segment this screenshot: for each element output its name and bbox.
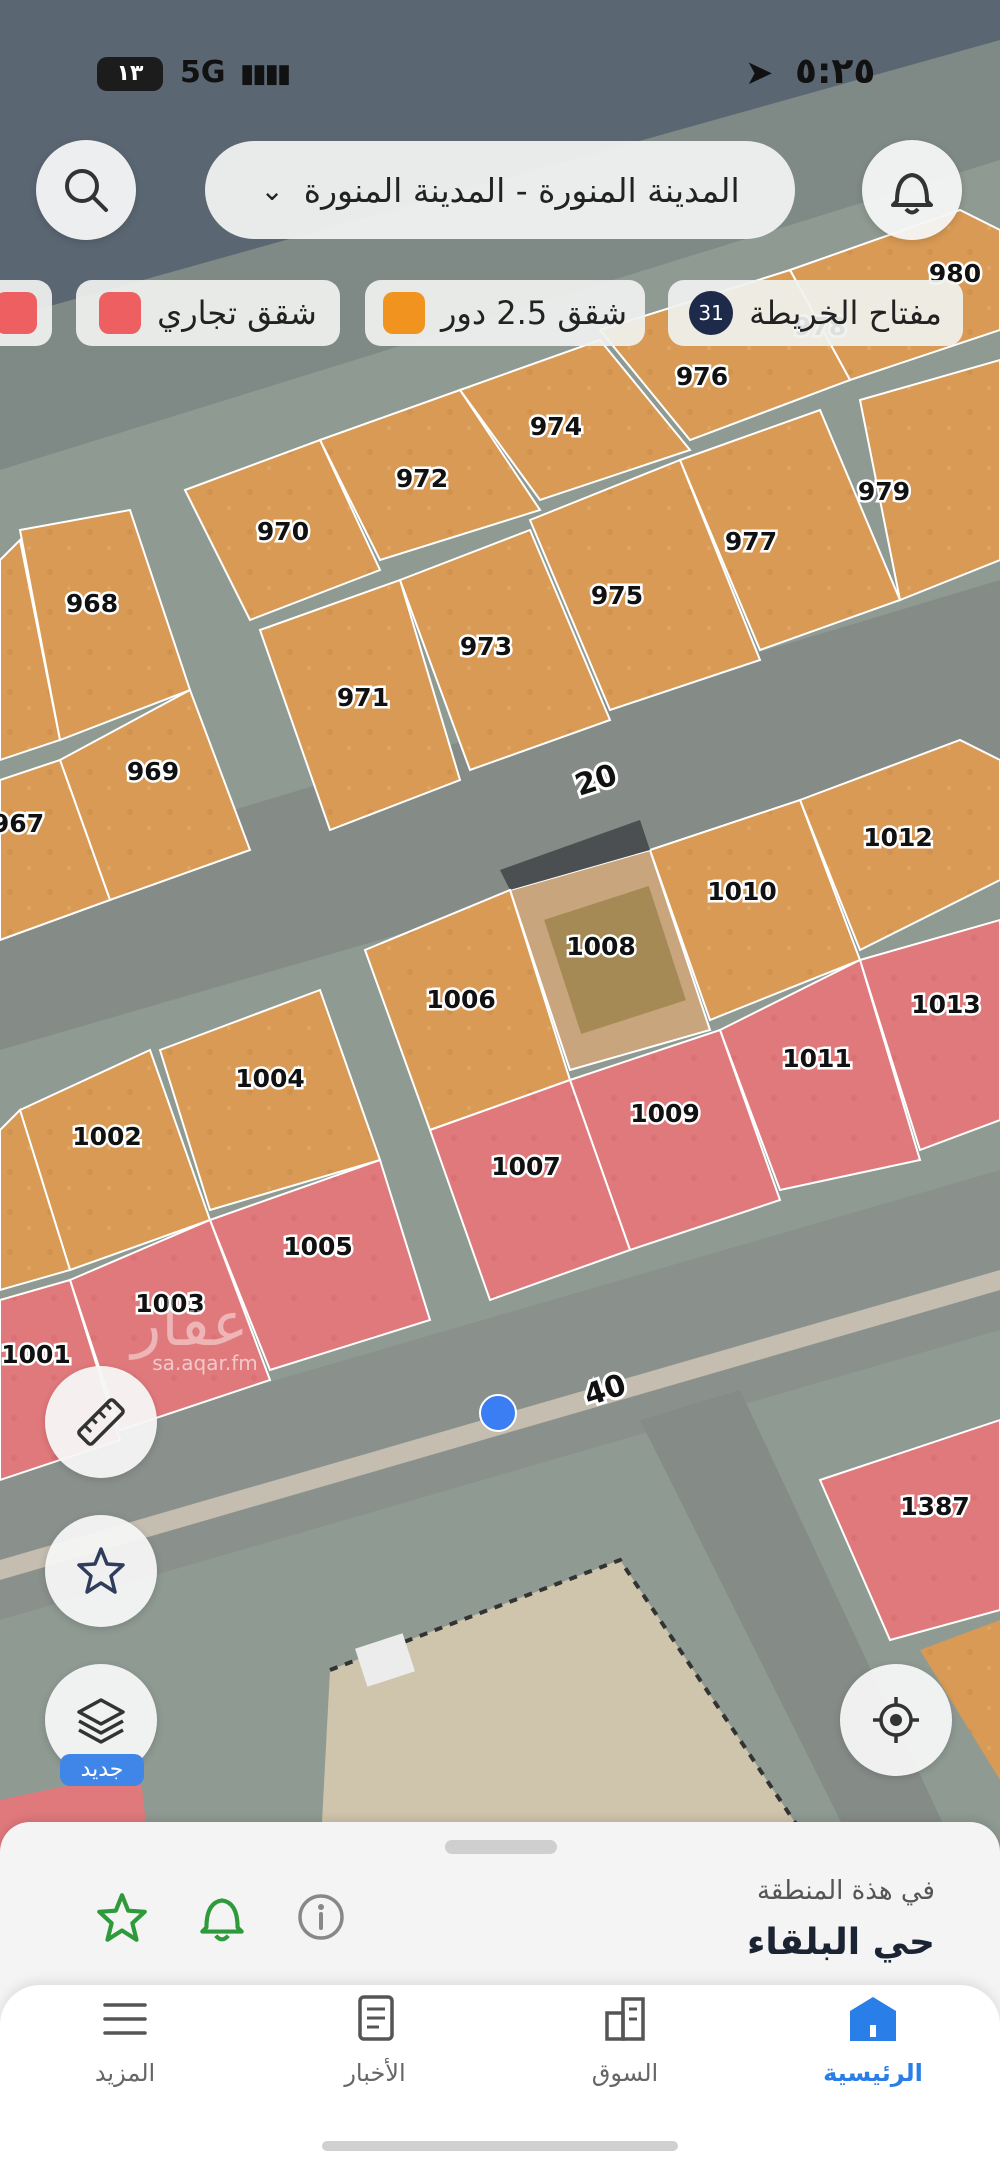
filter-chip-partial[interactable] xyxy=(0,280,52,346)
nav-more[interactable]: المزيد xyxy=(45,1985,205,2087)
area-notify-button[interactable] xyxy=(196,1888,248,1948)
nav-market[interactable]: السوق xyxy=(545,1985,705,2087)
plot-label: 979 xyxy=(858,477,910,506)
plot-label: 1009 xyxy=(630,1099,700,1128)
plot-label: 1008 xyxy=(566,932,636,961)
filter-chip-commercial-apartments[interactable]: شقق تجاري xyxy=(76,280,340,346)
plot-label: 967 xyxy=(0,809,44,838)
status-bar: ١٣ 5G ▮▮▮▮ ➤ ٥:٢٥ xyxy=(0,45,1000,105)
chip-label: شقق تجاري xyxy=(157,294,317,332)
measure-tool-button[interactable] xyxy=(45,1366,157,1478)
location-selector[interactable]: ⌄ المدينة المنورة - المدينة المنورة xyxy=(205,141,795,239)
buildings-icon xyxy=(605,1997,645,2041)
my-location-button[interactable] xyxy=(840,1664,952,1776)
crosshair-icon xyxy=(873,1697,919,1743)
clock: ٥:٢٥ xyxy=(795,51,876,92)
menu-icon xyxy=(103,2003,147,2035)
nav-news[interactable]: الأخبار xyxy=(295,1985,455,2087)
plot-label: 977 xyxy=(725,527,777,556)
plot-label: 971 xyxy=(337,683,389,712)
signal-icon: ▮▮▮▮ xyxy=(240,59,291,89)
layers-icon xyxy=(77,1698,125,1744)
nav-home[interactable]: الرئيسية xyxy=(793,1985,953,2087)
chip-label: مفتاح الخريطة xyxy=(749,294,942,332)
plot-label: 1013 xyxy=(911,990,981,1019)
plot-label: 969 xyxy=(127,757,179,786)
chip-badge: 31 xyxy=(689,291,734,335)
info-icon xyxy=(298,1894,344,1940)
area-caption: في هذة المنطقة xyxy=(756,1876,935,1906)
plot-label: 1005 xyxy=(283,1232,353,1261)
chip-color-swatch xyxy=(0,292,37,334)
user-location-dot xyxy=(479,1394,517,1432)
favorites-button[interactable] xyxy=(45,1515,157,1627)
plot-label: 974 xyxy=(530,412,582,441)
plot-label: 1004 xyxy=(235,1064,305,1093)
search-button[interactable] xyxy=(36,140,136,240)
plot-label: 972 xyxy=(396,464,448,493)
network-label: 5G xyxy=(180,55,226,90)
area-info-button[interactable] xyxy=(296,1892,346,1946)
home-icon xyxy=(850,1997,896,2041)
plot-label: 1010 xyxy=(707,877,777,906)
plot-label: 1012 xyxy=(863,823,933,852)
star-icon xyxy=(97,1893,147,1942)
ruler-icon xyxy=(77,1398,125,1446)
document-icon xyxy=(358,1995,394,2041)
plot-label: 1387 xyxy=(900,1492,970,1521)
new-badge: جديد xyxy=(60,1754,144,1786)
chip-color-swatch xyxy=(382,292,425,334)
notifications-button[interactable] xyxy=(862,140,962,240)
chevron-down-icon: ⌄ xyxy=(260,173,284,207)
nav-label: السوق xyxy=(591,2059,659,2087)
chip-color-swatch xyxy=(99,292,142,334)
nav-label: الأخبار xyxy=(344,2059,406,2087)
plot-label: 1006 xyxy=(426,985,496,1014)
star-icon xyxy=(77,1547,125,1594)
plot-label: 1007 xyxy=(491,1152,561,1181)
plot-label: 1011 xyxy=(782,1044,852,1073)
location-title: المدينة المنورة - المدينة المنورة xyxy=(303,170,740,210)
home-indicator xyxy=(322,2141,678,2151)
battery-indicator: ١٣ xyxy=(97,57,163,91)
plot-label: 1001 xyxy=(1,1340,71,1369)
sheet-drag-handle[interactable] xyxy=(445,1840,557,1854)
plot-label: 976 xyxy=(676,362,728,391)
watermark-text: عقار xyxy=(128,1287,248,1360)
search-icon xyxy=(65,169,108,212)
bell-icon xyxy=(891,173,933,215)
filter-chip-apartments-2-5[interactable]: شقق 2.5 دور xyxy=(365,280,645,346)
plot-label: 973 xyxy=(460,632,512,661)
plot-label: 968 xyxy=(66,589,118,618)
area-name: حي البلقاء xyxy=(747,1922,935,1963)
chip-label: شقق 2.5 دور xyxy=(440,294,628,332)
area-favorite-button[interactable] xyxy=(94,1890,150,1950)
map-key-chip[interactable]: مفتاح الخريطة 31 xyxy=(668,280,963,346)
plot-label: 970 xyxy=(257,517,309,546)
bell-icon xyxy=(200,1898,244,1942)
watermark-url: sa.aqar.fm xyxy=(152,1351,258,1375)
location-arrow-icon: ➤ xyxy=(745,53,774,93)
plot-label: 1002 xyxy=(72,1122,142,1151)
nav-label: الرئيسية xyxy=(823,2059,923,2087)
nav-label: المزيد xyxy=(94,2059,156,2087)
plot-label: 975 xyxy=(591,581,643,610)
